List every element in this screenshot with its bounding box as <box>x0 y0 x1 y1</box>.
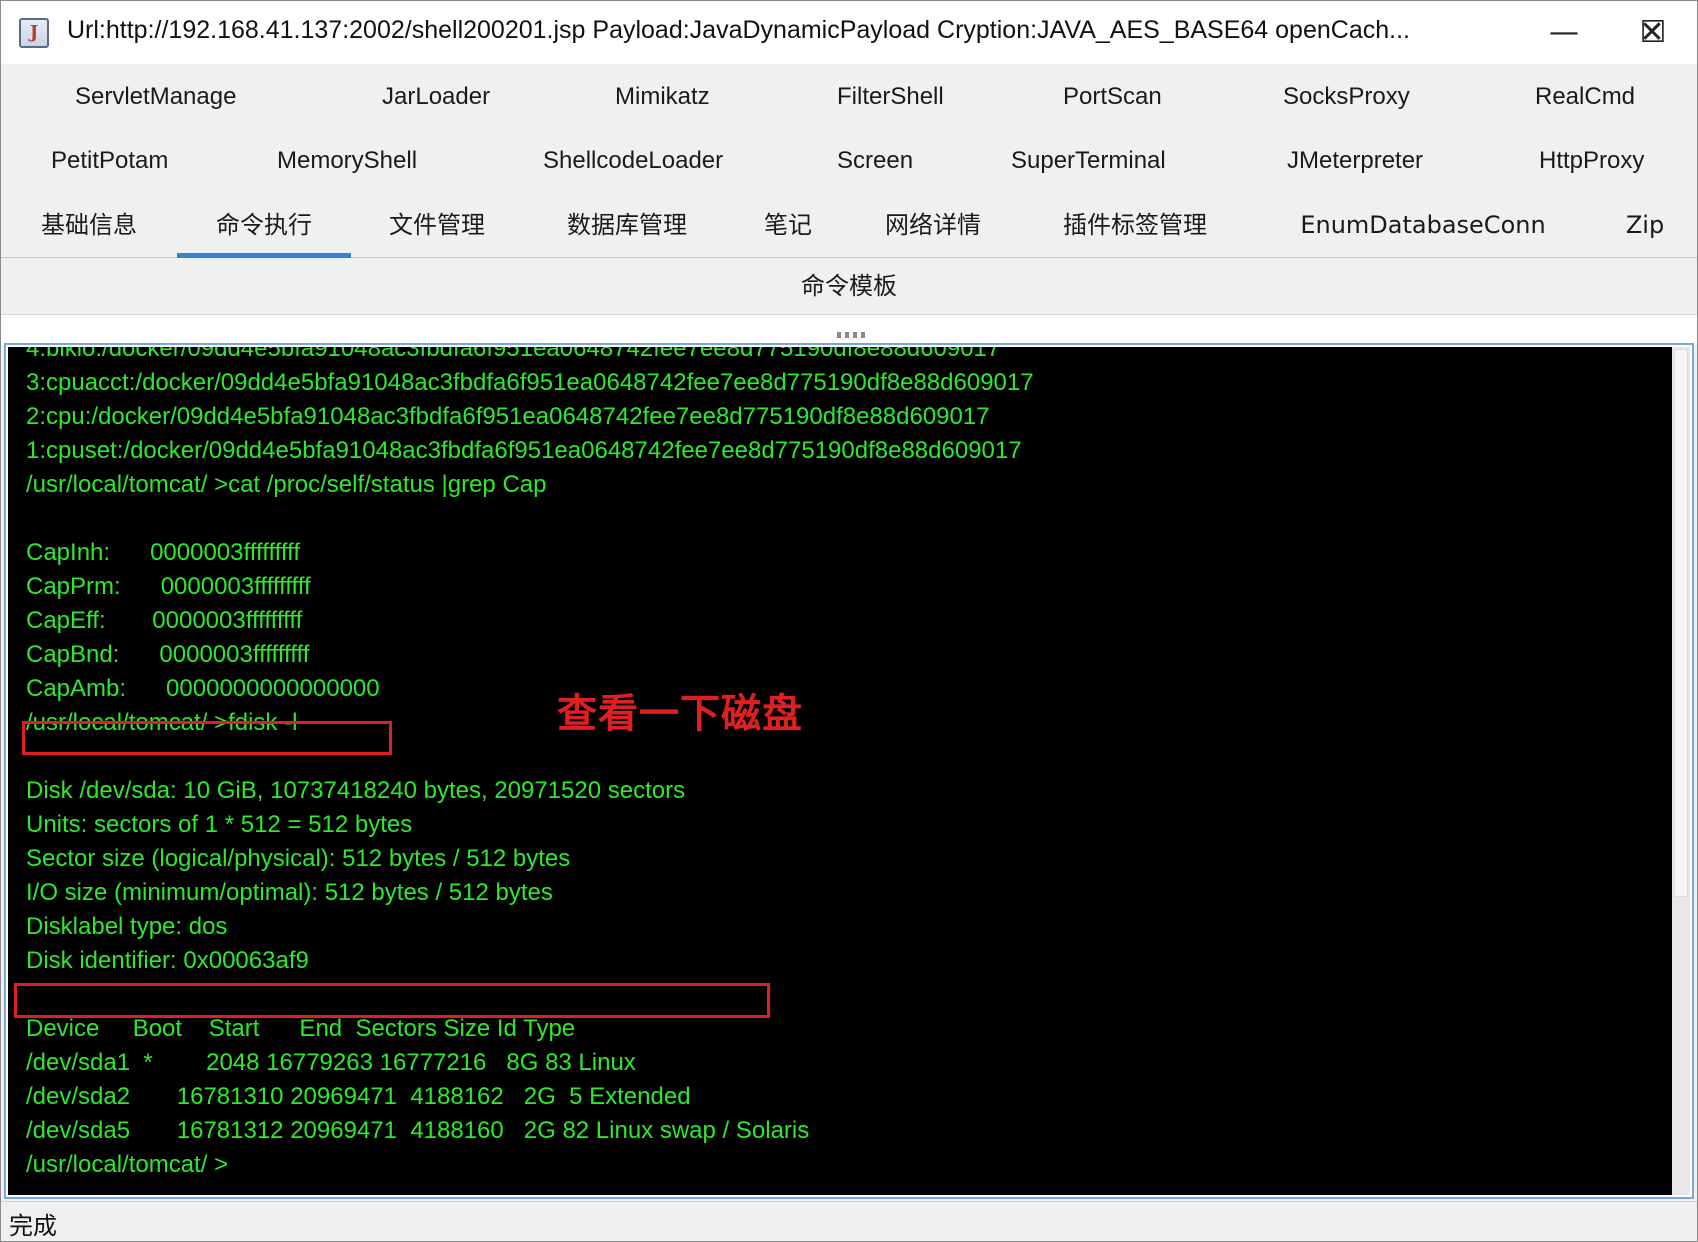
tab-network-details[interactable]: 网络详情 <box>871 193 995 257</box>
highlight-sda1-row <box>14 983 770 1018</box>
highlight-fdisk-command <box>22 721 392 755</box>
menu-mimikatz[interactable]: Mimikatz <box>615 65 710 129</box>
menu-jmeterpreter[interactable]: JMeterpreter <box>1287 129 1423 193</box>
terminal-line: Disk identifier: 0x00063af9 <box>26 947 309 974</box>
tab-bar: 基础信息 命令执行 文件管理 数据库管理 笔记 网络详情 插件标签管理 Enum… <box>1 193 1697 258</box>
annotation-label: 查看一下磁盘 <box>557 691 803 737</box>
terminal-line: 2:cpu:/docker/09dd4e5bfa91048ac3fbdfa6f9… <box>26 403 990 430</box>
terminal-lines: 4:blkio:/docker/09dd4e5bfa91048ac3fbdfa6… <box>26 347 1034 1182</box>
tab-plugin-tag-manager[interactable]: 插件标签管理 <box>1057 193 1213 257</box>
menu-socksproxy[interactable]: SocksProxy <box>1283 65 1410 129</box>
menu-servletmanage[interactable]: ServletManage <box>75 65 236 129</box>
drag-handle-icon[interactable] <box>837 332 865 338</box>
terminal-line: CapBnd: 0000003fffffffff <box>26 641 310 668</box>
terminal-line: Disk /dev/sda: 10 GiB, 10737418240 bytes… <box>26 777 686 804</box>
menu-shellcodeloader[interactable]: ShellcodeLoader <box>543 129 723 193</box>
tab-enumdatabaseconn[interactable]: EnumDatabaseConn <box>1295 193 1551 257</box>
menu-petitpotam[interactable]: PetitPotam <box>51 129 168 193</box>
status-bar: 完成 <box>1 1201 1697 1241</box>
terminal-line: CapEff: 0000003fffffffff <box>26 607 303 634</box>
terminal-line: Disklabel type: dos <box>26 913 228 940</box>
minimize-button[interactable]: — <box>1519 1 1609 64</box>
window-title: Url:http://192.168.41.137:2002/shell2002… <box>67 16 1410 44</box>
command-template-button[interactable]: 命令模板 <box>1 258 1697 314</box>
terminal-line: CapAmb: 0000000000000000 <box>26 675 380 702</box>
terminal-line: Units: sectors of 1 * 512 = 512 bytes <box>26 811 413 838</box>
terminal-line: 3:cpuacct:/docker/09dd4e5bfa91048ac3fbdf… <box>26 369 1034 396</box>
terminal-line: /dev/sda5 16781312 20969471 4188160 2G 8… <box>26 1117 810 1144</box>
terminal-panel: 4:blkio:/docker/09dd4e5bfa91048ac3fbdfa6… <box>4 343 1694 1199</box>
terminal-output[interactable]: 4:blkio:/docker/09dd4e5bfa91048ac3fbdfa6… <box>8 347 1674 1195</box>
menu-filtershell[interactable]: FilterShell <box>837 65 944 129</box>
terminal-line: /usr/local/tomcat/ > <box>26 1151 229 1178</box>
tab-command-exec[interactable]: 命令执行 <box>177 193 351 258</box>
scroll-thumb[interactable] <box>1674 349 1688 897</box>
menu-memoryshell[interactable]: MemoryShell <box>277 129 417 193</box>
tab-basic-info[interactable]: 基础信息 <box>27 193 151 257</box>
plugin-menu-row-1: ServletManage JarLoader Mimikatz FilterS… <box>1 65 1697 129</box>
terminal-line: CapInh: 0000003fffffffff <box>26 539 301 566</box>
title-bar: J Url:http://192.168.41.137:2002/shell20… <box>1 1 1697 64</box>
tab-notes[interactable]: 笔记 <box>753 193 823 257</box>
status-text: 完成 <box>9 1212 57 1240</box>
terminal-line: CapPrm: 0000003fffffffff <box>26 573 311 600</box>
tab-zip[interactable]: Zip <box>1615 193 1675 257</box>
plugin-menu-row-2: PetitPotam MemoryShell ShellcodeLoader S… <box>1 129 1697 193</box>
terminal-line: /dev/sda2 16781310 20969471 4188162 2G 5… <box>26 1083 691 1110</box>
split-pane-divider[interactable] <box>1 314 1697 345</box>
app-window: J Url:http://192.168.41.137:2002/shell20… <box>0 0 1698 1242</box>
terminal-line: /usr/local/tomcat/ >cat /proc/self/statu… <box>26 471 547 498</box>
terminal-line: Sector size (logical/physical): 512 byte… <box>26 845 571 872</box>
terminal-line: /dev/sda1 * 2048 16779263 16777216 8G 83… <box>26 1049 636 1076</box>
close-button[interactable]: ✕ <box>1607 1 1697 64</box>
menu-superterminal[interactable]: SuperTerminal <box>1011 129 1166 193</box>
terminal-line: I/O size (minimum/optimal): 512 bytes / … <box>26 879 553 906</box>
menu-portscan[interactable]: PortScan <box>1063 65 1162 129</box>
tab-database-manager[interactable]: 数据库管理 <box>553 193 701 257</box>
menu-screen[interactable]: Screen <box>837 129 913 193</box>
tab-file-manager[interactable]: 文件管理 <box>375 193 499 257</box>
terminal-line: 4:blkio:/docker/09dd4e5bfa91048ac3fbdfa6… <box>26 347 1001 362</box>
menu-realcmd[interactable]: RealCmd <box>1535 65 1635 129</box>
java-app-icon: J <box>19 18 49 48</box>
terminal-line: 1:cpuset:/docker/09dd4e5bfa91048ac3fbdfa… <box>26 437 1022 464</box>
terminal-scrollbar[interactable] <box>1672 347 1690 1195</box>
menu-jarloader[interactable]: JarLoader <box>382 65 490 129</box>
menu-httpproxy[interactable]: HttpProxy <box>1539 129 1644 193</box>
